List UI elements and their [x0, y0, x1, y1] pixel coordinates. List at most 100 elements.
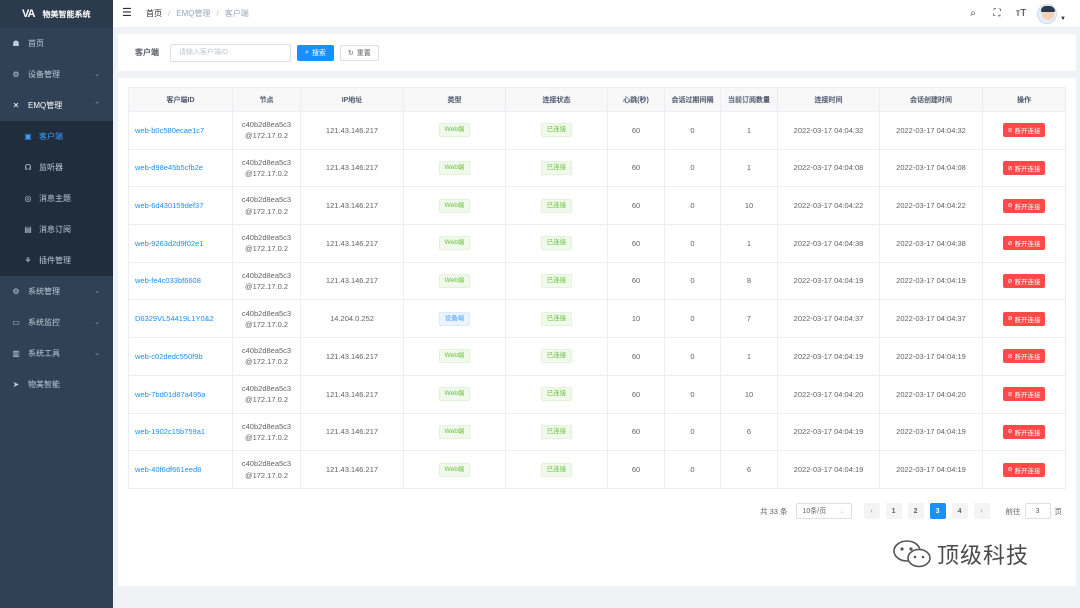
- status-cell: 已连接: [505, 148, 608, 188]
- heartbeat-cell: 60: [607, 412, 665, 452]
- breadcrumb: 首页 / EMQ管理 / 客户端: [146, 8, 249, 19]
- sidebar-item-wumei[interactable]: ➤ 物美智能: [0, 369, 113, 400]
- app-title: 物美智能系统: [42, 9, 91, 19]
- client-id-link[interactable]: web-1902c15b759a1: [128, 412, 233, 452]
- column-header: 连接状态: [505, 87, 608, 112]
- sidebar-item-subscriptions[interactable]: ▤ 消息订阅: [0, 214, 113, 245]
- client-id-link[interactable]: web-7bd01d87a495a: [128, 374, 233, 414]
- node-cell: c40b2d8ea5c3 @172.17.0.2: [232, 412, 301, 452]
- sidebar-item-system-tools[interactable]: ▥ 系统工具 ⌄: [0, 338, 113, 369]
- hamburger-icon[interactable]: ☰: [122, 8, 134, 19]
- subscriptions-cell: 7: [720, 299, 778, 339]
- status-badge: 已连接: [540, 274, 573, 289]
- page-button-3[interactable]: 3: [929, 503, 946, 519]
- next-page-button[interactable]: ›: [973, 503, 990, 519]
- sidebar-item-home[interactable]: ☗ 首页: [0, 28, 113, 59]
- expiry-cell: 0: [664, 111, 721, 150]
- node-ip: @172.17.0.2: [244, 169, 289, 179]
- client-id-link[interactable]: web-b0c580ecae1c7: [128, 111, 233, 150]
- ip-cell: 121.43.146.217: [300, 148, 404, 188]
- toolbox-icon: ▥: [12, 349, 20, 358]
- type-tag: Web端: [438, 198, 471, 213]
- disconnect-button[interactable]: ⊘ 断开连接: [1003, 274, 1045, 289]
- table-header-row: 客户端ID 节点 IP地址 类型 连接状态 心跳(秒) 会话过期间隔 当前订阅数…: [128, 87, 1066, 112]
- table-row: web-fe4c033bf6608 c40b2d8ea5c3 @172.17.0.2…: [128, 261, 1066, 301]
- chevron-down-icon: ⌄: [94, 71, 100, 78]
- disconnect-button[interactable]: ⊘ 断开连接: [1003, 311, 1045, 326]
- pagination: 共 33 条 10条/页 ⌄ ‹ 1 2 3 4 › 前往 页: [760, 503, 1062, 519]
- created-at-cell: 2022-03-17 04:04:19: [879, 261, 983, 301]
- disconnect-button[interactable]: ⊘ 断开连接: [1003, 123, 1045, 138]
- client-id-link[interactable]: web-d98e45b5cfb2e: [128, 148, 233, 188]
- search-form: 客户端 ⌕ 搜索 ↻ 重置: [118, 34, 1076, 71]
- action-cell: ⊘ 断开连接: [982, 374, 1066, 414]
- disconnect-button[interactable]: ⊘ 断开连接: [1003, 236, 1045, 251]
- sidebar-item-system-monitor[interactable]: ▭ 系统监控 ⌄: [0, 307, 113, 338]
- font-size-icon[interactable]: ᴛT: [1015, 8, 1027, 19]
- sidebar-item-clients[interactable]: ▣ 客户端: [0, 121, 113, 152]
- fullscreen-icon[interactable]: ⛶: [991, 8, 1003, 19]
- page-button-1[interactable]: 1: [885, 503, 902, 519]
- page-button-4[interactable]: 4: [951, 503, 968, 519]
- sidebar-item-listeners[interactable]: ☊ 监听器: [0, 152, 113, 183]
- sidebar-item-topics[interactable]: ◎ 消息主题: [0, 183, 113, 214]
- goto-page-input[interactable]: [1024, 503, 1051, 519]
- status-cell: 已连接: [505, 186, 608, 226]
- client-id-link[interactable]: web-40f6df661eed8: [128, 450, 233, 489]
- node-ip: @172.17.0.2: [244, 244, 289, 254]
- top-header: ☰ 首页 / EMQ管理 / 客户端 ⌕ ⛶ ᴛT ▼: [113, 0, 1080, 28]
- client-id-link[interactable]: web-6d430159def37: [128, 186, 233, 226]
- created-at-cell: 2022-03-17 04:04:37: [879, 299, 983, 339]
- expiry-cell: 0: [664, 186, 721, 226]
- status-cell: 已连接: [505, 261, 608, 301]
- logo-mark: VA: [22, 8, 36, 20]
- disconnect-label: 断开连接: [1014, 279, 1041, 287]
- node-name: c40b2d8ea5c3: [241, 195, 292, 205]
- status-cell: 已连接: [505, 450, 608, 489]
- expiry-cell: 0: [664, 299, 721, 339]
- caret-down-icon[interactable]: ▼: [1060, 16, 1066, 22]
- disconnect-button[interactable]: ⊘ 断开连接: [1003, 387, 1045, 402]
- breadcrumb-item[interactable]: 首页: [146, 8, 162, 19]
- node-cell: c40b2d8ea5c3 @172.17.0.2: [232, 337, 301, 376]
- reset-button[interactable]: ↻ 重置: [339, 44, 379, 61]
- client-id-link[interactable]: web-fe4c033bf6608: [128, 261, 233, 301]
- disconnect-button[interactable]: ⊘ 断开连接: [1003, 161, 1045, 176]
- disconnect-button[interactable]: ⊘ 断开连接: [1003, 198, 1045, 213]
- expiry-cell: 0: [664, 374, 721, 414]
- client-id-link[interactable]: web-9263d2d9f02e1: [128, 224, 233, 263]
- connected-at-cell: 2022-03-17 04:04:19: [777, 261, 880, 301]
- avatar[interactable]: [1037, 3, 1058, 24]
- connected-at-cell: 2022-03-17 04:04:20: [777, 374, 880, 414]
- search-button[interactable]: ⌕ 搜索: [297, 44, 334, 61]
- type-tag: Web端: [438, 424, 471, 439]
- heartbeat-cell: 60: [607, 337, 665, 376]
- page-size-select[interactable]: 10条/页 ⌄: [795, 503, 852, 519]
- subscriptions-cell: 1: [720, 224, 778, 263]
- client-id-link[interactable]: D6329VL54419L1Y0&2: [128, 299, 233, 339]
- sidebar-item-emq-management[interactable]: ✕ EMQ管理 ⌃: [0, 90, 113, 121]
- sidebar-item-label: 消息主题: [39, 194, 71, 203]
- breadcrumb-item[interactable]: EMQ管理: [176, 8, 210, 19]
- disconnect-button[interactable]: ⊘ 断开连接: [1003, 349, 1045, 364]
- app-logo[interactable]: VA 物美智能系统: [0, 0, 113, 28]
- search-button-label: 搜索: [311, 49, 326, 57]
- breadcrumb-separator: /: [216, 9, 219, 18]
- disconnect-button[interactable]: ⊘ 断开连接: [1003, 424, 1045, 439]
- prev-page-button[interactable]: ‹: [863, 503, 880, 519]
- table-row: web-c02dedc550f9b c40b2d8ea5c3 @172.17.0.2…: [128, 337, 1066, 376]
- node-ip: @172.17.0.2: [244, 131, 289, 141]
- client-id-input[interactable]: [170, 43, 291, 62]
- sidebar-item-plugins[interactable]: ⚘ 插件管理: [0, 245, 113, 276]
- sidebar-item-label: 插件管理: [39, 256, 71, 265]
- page-button-2[interactable]: 2: [907, 503, 924, 519]
- sidebar-item-system-management[interactable]: ⚙ 系统管理 ⌄: [0, 276, 113, 307]
- client-id-link[interactable]: web-c02dedc550f9b: [128, 337, 233, 376]
- sidebar-item-device-management[interactable]: ⚙ 设备管理 ⌄: [0, 59, 113, 90]
- disconnect-button[interactable]: ⊘ 断开连接: [1003, 462, 1045, 477]
- expiry-cell: 0: [664, 337, 721, 376]
- column-header: 会话过期间隔: [664, 87, 721, 112]
- disconnect-icon: ⊘: [1007, 165, 1013, 172]
- search-icon[interactable]: ⌕: [967, 8, 979, 19]
- type-cell: Web端: [403, 450, 506, 489]
